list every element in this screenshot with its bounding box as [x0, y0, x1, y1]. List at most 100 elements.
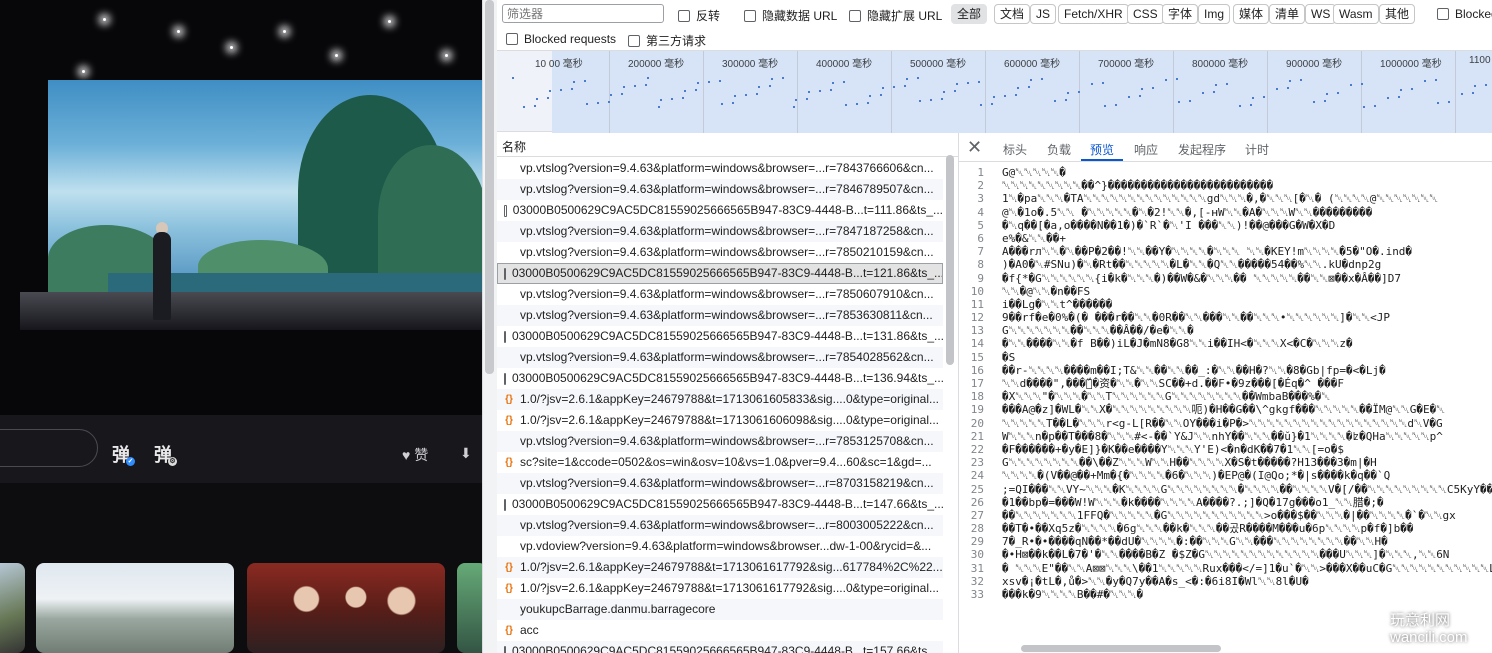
stage-light — [388, 20, 391, 23]
filter-input[interactable] — [502, 4, 664, 23]
checkbox-box[interactable] — [678, 9, 690, 22]
request-row[interactable]: vp.vtslog?version=9.4.63&platform=window… — [497, 347, 943, 368]
request-row[interactable]: 03000B0500629C9AC5DC81559025666565B947-8… — [497, 494, 943, 515]
request-row[interactable]: 03000B0500629C9AC5DC81559025666565B947-8… — [497, 641, 943, 653]
timeline-activity-dot — [708, 81, 710, 83]
timeline-overview[interactable]: 10 00 毫秒 200000 毫秒 300000 毫秒 400000 毫秒 5… — [497, 50, 1492, 133]
tab-response[interactable]: 响应 — [1134, 141, 1158, 158]
timeline-activity-dot — [682, 97, 684, 99]
request-row[interactable]: youkupcBarrage.danmu.barragecore — [497, 599, 943, 620]
line-text: ��T�•��Xq5z�␀␀␀␀�6g␀␀␀��k�␀␀␀��곴R����M��… — [1002, 522, 1414, 536]
request-row[interactable]: vp.vtslog?version=9.4.63&platform=window… — [497, 473, 943, 494]
chip-ws[interactable]: WS — [1305, 4, 1337, 24]
timeline-activity-dot — [867, 102, 869, 104]
video-thumbnail[interactable] — [36, 563, 234, 653]
timeline-activity-dot — [1424, 80, 1426, 82]
chip-css[interactable]: CSS — [1127, 4, 1164, 24]
timeline-tick: 800000 毫秒 — [1192, 59, 1249, 70]
request-row[interactable]: vp.vtslog?version=9.4.63&platform=window… — [497, 158, 943, 179]
line-text: W␀␀␀n�p��T���8�␀␀␀#<-��`Y&J␀␀nhY��␀␀␀��ŭ… — [1002, 429, 1443, 443]
request-name: vp.vtslog?version=9.4.63&platform=window… — [520, 287, 934, 301]
request-row[interactable]: 03000B0500629C9AC5DC81559025666565B947-8… — [497, 200, 943, 221]
video-player[interactable] — [0, 0, 482, 415]
chip-media[interactable]: 媒体 — [1233, 4, 1270, 24]
tab-timing[interactable]: 计时 — [1245, 141, 1269, 158]
timeline-activity-dot — [1313, 101, 1315, 103]
request-row[interactable]: vp.vdoview?version=9.4.63&platform=windo… — [497, 536, 943, 557]
checkbox-box[interactable] — [1437, 8, 1449, 20]
download-icon[interactable]: ⬇ — [460, 445, 472, 462]
third-party-checkbox[interactable]: 第三方请求 — [628, 32, 706, 49]
invert-checkbox[interactable]: 反转 — [678, 7, 720, 24]
danmu-settings-button[interactable]: 弹⚙ — [154, 441, 177, 467]
danmu-toggle-button[interactable]: 弹✓ — [112, 441, 135, 467]
document-icon — [504, 330, 506, 343]
video-thumbnail[interactable] — [247, 563, 445, 653]
detail-tabs: ✕ 标头 负载 预览 响应 发起程序 计时 — [959, 133, 1492, 162]
code-line: 6 e%�&␀␀��+ — [959, 232, 1492, 245]
chip-other[interactable]: 其他 — [1379, 4, 1416, 24]
checkbox-box[interactable] — [849, 9, 861, 22]
request-row[interactable]: {} 1.0/?jsv=2.6.1&appKey=24679788&t=17130… — [497, 389, 943, 410]
request-row[interactable]: vp.vtslog?version=9.4.63&platform=window… — [497, 284, 943, 305]
tab-preview[interactable]: 预览 — [1090, 141, 1114, 158]
request-row[interactable]: {} 1.0/?jsv=2.6.1&appKey=24679788&t=17130… — [497, 578, 943, 599]
request-row[interactable]: {} sc?site=1&ccode=0502&os=win&osv=10&vs=… — [497, 452, 943, 473]
chip-wasm[interactable]: Wasm — [1333, 4, 1379, 24]
chip-fetch-xhr[interactable]: Fetch/XHR — [1058, 4, 1129, 24]
column-header-name[interactable]: 名称 — [497, 133, 958, 157]
checkbox-box[interactable] — [628, 34, 640, 47]
timeline-activity-dot — [734, 95, 736, 97]
video-thumbnail[interactable] — [457, 563, 482, 653]
document-icon — [504, 498, 506, 511]
tab-payload[interactable]: 负载 — [1047, 141, 1071, 158]
request-row[interactable]: 03000B0500629C9AC5DC81559025666565B947-8… — [497, 263, 943, 284]
request-row[interactable]: vp.vtslog?version=9.4.63&platform=window… — [497, 179, 943, 200]
close-icon[interactable]: ✕ — [967, 137, 982, 158]
request-name: 03000B0500629C9AC5DC81559025666565B947-8… — [512, 266, 943, 280]
stage-light — [283, 30, 286, 33]
danmu-input[interactable] — [0, 429, 98, 467]
request-row[interactable]: vp.vtslog?version=9.4.63&platform=window… — [497, 305, 943, 326]
request-row[interactable]: {} 1.0/?jsv=2.6.1&appKey=24679788&t=17130… — [497, 410, 943, 431]
timeline-activity-dot — [1250, 104, 1252, 106]
request-row[interactable]: {} 1.0/?jsv=2.6.1&appKey=24679788&t=17130… — [497, 557, 943, 578]
checkbox-box[interactable] — [744, 9, 756, 22]
request-list-scrollbar[interactable] — [946, 155, 954, 365]
line-text: �1��bp�=���W!W␀␀␀�k����␀␀␀␀A����?.;]�Q�1… — [1002, 495, 1384, 509]
gear-icon: ⚙ — [168, 457, 177, 466]
chip-doc[interactable]: 文档 — [994, 4, 1031, 24]
hide-ext-urls-checkbox[interactable]: 隐藏扩展 URL — [849, 7, 942, 24]
request-row[interactable]: 03000B0500629C9AC5DC81559025666565B947-8… — [497, 368, 943, 389]
chip-font[interactable]: 字体 — [1162, 4, 1199, 24]
chip-all[interactable]: 全部 — [951, 4, 988, 24]
blocked-requests-checkbox[interactable]: Blocked requests — [506, 32, 616, 46]
request-row[interactable]: {} acc — [497, 620, 943, 641]
timeline-activity-dot — [880, 94, 882, 96]
timeline-activity-dot — [1287, 87, 1289, 89]
chip-js[interactable]: JS — [1030, 4, 1057, 24]
request-row[interactable]: vp.vtslog?version=9.4.63&platform=window… — [497, 431, 943, 452]
request-row[interactable]: vp.vtslog?version=9.4.63&platform=window… — [497, 515, 943, 536]
request-row[interactable]: 03000B0500629C9AC5DC81559025666565B947-8… — [497, 326, 943, 347]
checkbox-box[interactable] — [506, 33, 518, 45]
line-text: 9��rf�e�0%�(� ���r��␀␀�0R��␀␀���␀␀��␀␀␀•… — [1002, 311, 1391, 325]
request-name: vp.vtslog?version=9.4.63&platform=window… — [520, 161, 934, 175]
chip-img[interactable]: Img — [1198, 4, 1231, 24]
code-line: 21 W␀␀␀n�p��T���8�␀␀␀#<-��`Y&J␀␀nhY��␀␀␀�… — [959, 430, 1492, 443]
tab-headers[interactable]: 标头 — [1003, 141, 1027, 158]
request-row[interactable]: vp.vtslog?version=9.4.63&platform=window… — [497, 221, 943, 242]
like-button[interactable]: ♥ 赞 — [402, 445, 428, 465]
request-row[interactable]: vp.vtslog?version=9.4.63&platform=window… — [497, 242, 943, 263]
code-line: 25 ;=QI���␀␀VY~␀␀␀�K␀␀␀␀G␀␀␀␀␀␀␀␀�␀␀␀␀��␀… — [959, 483, 1492, 496]
timeline-activity-dot — [1017, 87, 1019, 89]
code-line: 31 � ␀␀␀E"��␀␀A⊠⊠␀␀␀\��1␀␀␀␀␀Rux���</=]1�… — [959, 562, 1492, 575]
page-scrollbar-thumb[interactable] — [485, 0, 494, 374]
tab-initiator[interactable]: 发起程序 — [1178, 141, 1226, 158]
blocked-cookies-checkbox[interactable]: Blocked — [1437, 7, 1492, 21]
hide-data-urls-checkbox[interactable]: 隐藏数据 URL — [744, 7, 837, 24]
timeline-activity-dot — [806, 98, 808, 100]
video-thumbnail[interactable] — [0, 563, 25, 653]
preview-hscrollbar[interactable] — [1021, 645, 1221, 652]
chip-manifest[interactable]: 清单 — [1269, 4, 1306, 24]
